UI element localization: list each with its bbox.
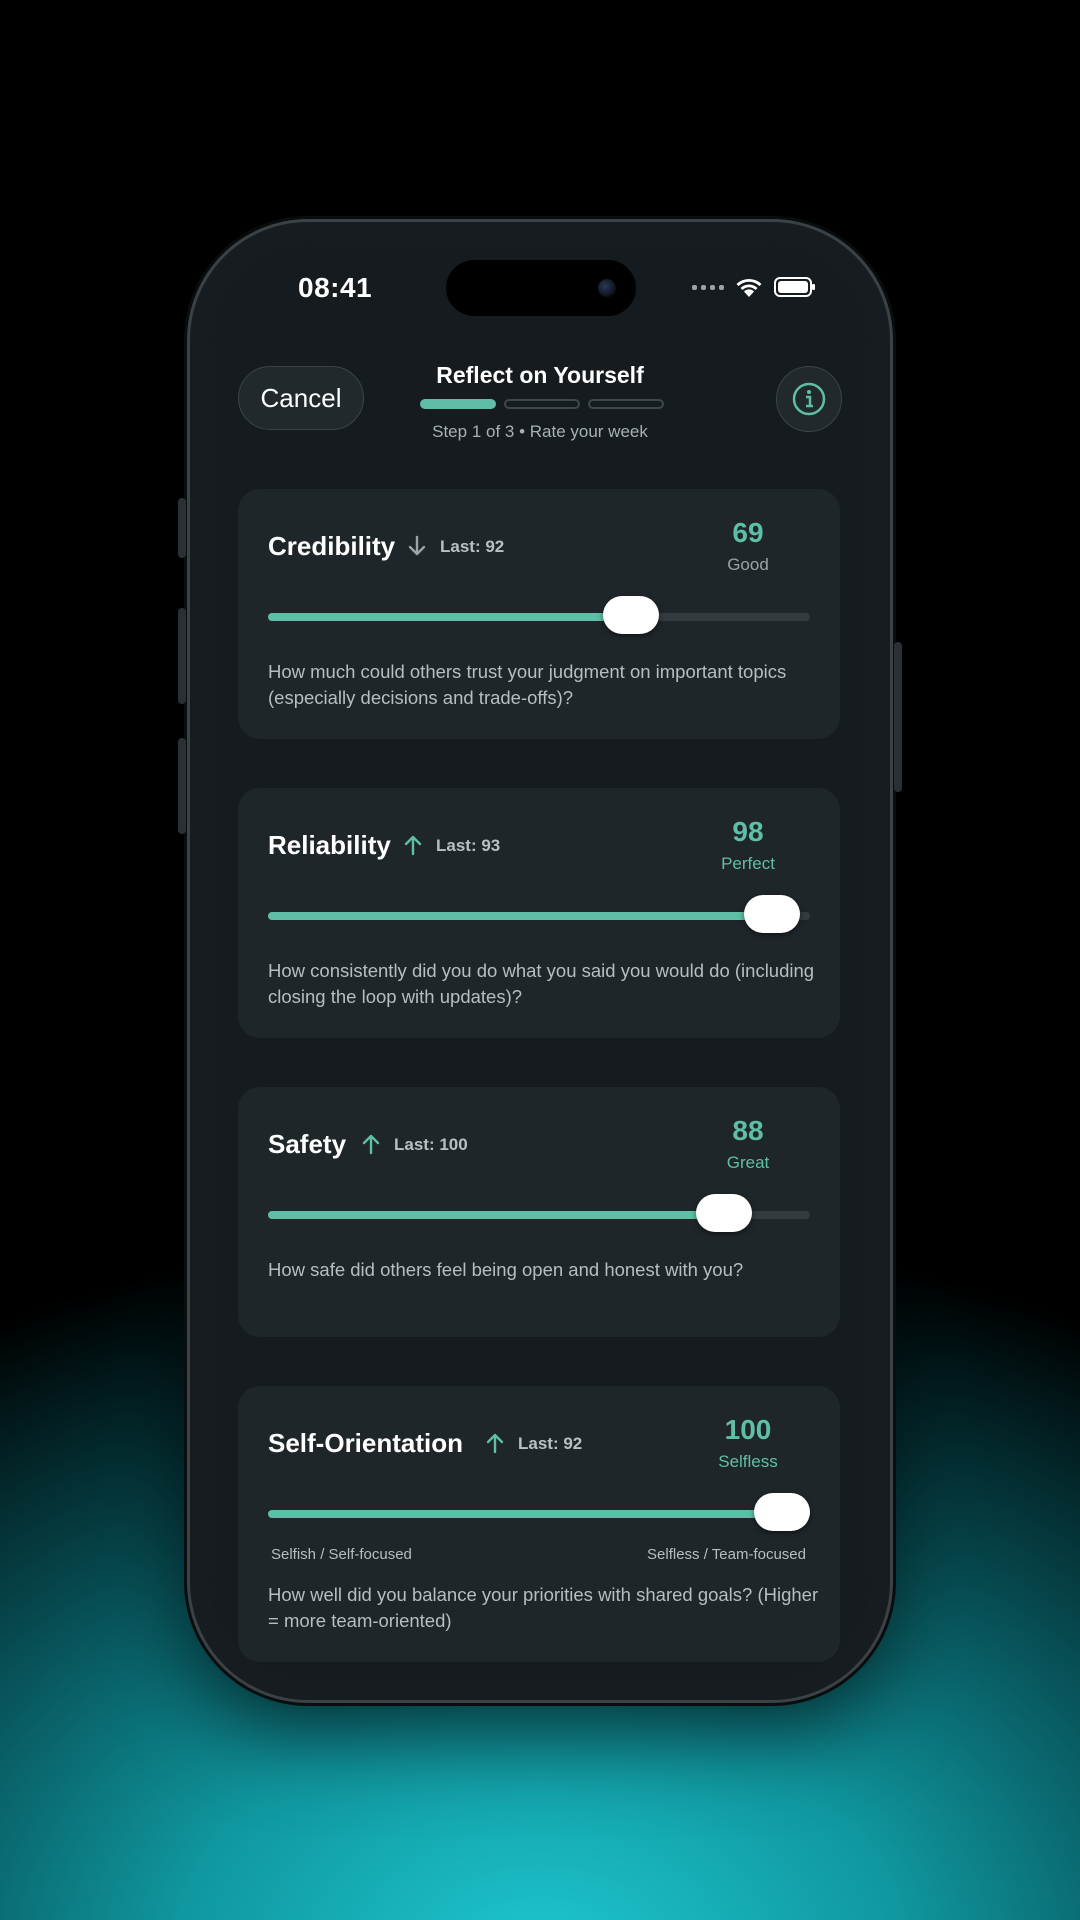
last-score: Last: 100 xyxy=(394,1135,468,1154)
range-label-max: Selfless / Team-focused xyxy=(647,1546,806,1563)
rating-card-self-orientation: Self-Orientation Last: 92 100 Selfless S… xyxy=(238,1386,840,1662)
silent-switch xyxy=(178,498,186,558)
rating-card-reliability: Reliability Last: 93 98 Perfect How cons… xyxy=(238,788,840,1038)
range-label-min: Selfish / Self-focused xyxy=(271,1546,412,1563)
step-indicator-2 xyxy=(504,399,580,409)
up-arrow-icon xyxy=(362,1134,380,1155)
app-screen: 08:41 Cancel Reflect on Yourself Step 1 … xyxy=(210,242,870,1680)
score-rating: Perfect xyxy=(721,854,775,873)
phone-frame: 08:41 Cancel Reflect on Yourself Step 1 … xyxy=(178,222,902,1700)
battery-icon xyxy=(774,277,815,297)
score-slider[interactable] xyxy=(268,1194,810,1232)
slider-thumb[interactable] xyxy=(695,1194,752,1232)
status-time: 08:41 xyxy=(298,272,373,303)
step-progress xyxy=(420,399,664,409)
step-subtitle: Step 1 of 3 • Rate your week xyxy=(432,422,648,441)
volume-down-button xyxy=(178,738,186,834)
card-title: Self-Orientation xyxy=(268,1428,464,1458)
wifi-icon xyxy=(736,278,762,297)
last-score: Last: 92 xyxy=(518,1434,583,1453)
question-text: How well did you balance your priorities… xyxy=(268,1584,819,1631)
score-slider[interactable] xyxy=(268,596,810,634)
rating-card-credibility: Credibility Last: 92 69 Good How much co… xyxy=(238,489,840,739)
power-button xyxy=(894,642,902,792)
up-arrow-icon xyxy=(486,1433,504,1454)
last-score: Last: 93 xyxy=(436,836,501,855)
page-title: Reflect on Yourself xyxy=(436,362,644,388)
score-value: 98 xyxy=(732,816,764,847)
slider-fill xyxy=(268,912,800,920)
slider-fill xyxy=(268,1510,810,1518)
step-indicator-3 xyxy=(588,399,664,409)
down-arrow-icon xyxy=(408,535,426,556)
info-icon xyxy=(792,382,826,416)
cellular-signal-icon xyxy=(692,284,724,290)
score-value: 100 xyxy=(724,1414,772,1445)
info-button[interactable] xyxy=(776,366,842,432)
score-rating: Great xyxy=(726,1153,770,1172)
up-arrow-icon xyxy=(404,835,422,856)
score-rating: Selfless xyxy=(718,1452,778,1471)
score-value: 69 xyxy=(732,517,764,548)
question-text: How much could others trust your judgmen… xyxy=(268,661,787,708)
score-slider[interactable] xyxy=(268,1493,810,1531)
card-title: Reliability xyxy=(268,830,391,860)
slider-thumb[interactable] xyxy=(754,1493,810,1531)
question-text: How consistently did you do what you sai… xyxy=(268,960,815,1007)
slider-thumb[interactable] xyxy=(603,596,660,634)
header: Cancel Reflect on Yourself Step 1 of 3 •… xyxy=(210,342,870,462)
volume-up-button xyxy=(178,608,186,704)
dynamic-island xyxy=(446,260,636,316)
camera-icon xyxy=(598,279,616,297)
rating-card-safety: Safety Last: 100 88 Great How safe did o… xyxy=(238,1087,840,1337)
status-indicators xyxy=(692,276,815,298)
last-score: Last: 92 xyxy=(440,537,505,556)
slider-fill xyxy=(268,613,642,621)
question-text: How safe did others feel being open and … xyxy=(268,1259,744,1280)
score-slider[interactable] xyxy=(268,895,810,933)
score-value: 88 xyxy=(732,1115,764,1146)
card-title: Safety xyxy=(268,1129,347,1159)
slider-fill xyxy=(268,1211,745,1219)
slider-thumb[interactable] xyxy=(744,895,801,933)
step-indicator-1 xyxy=(420,399,496,409)
score-rating: Good xyxy=(727,555,769,574)
card-title: Credibility xyxy=(268,531,396,561)
